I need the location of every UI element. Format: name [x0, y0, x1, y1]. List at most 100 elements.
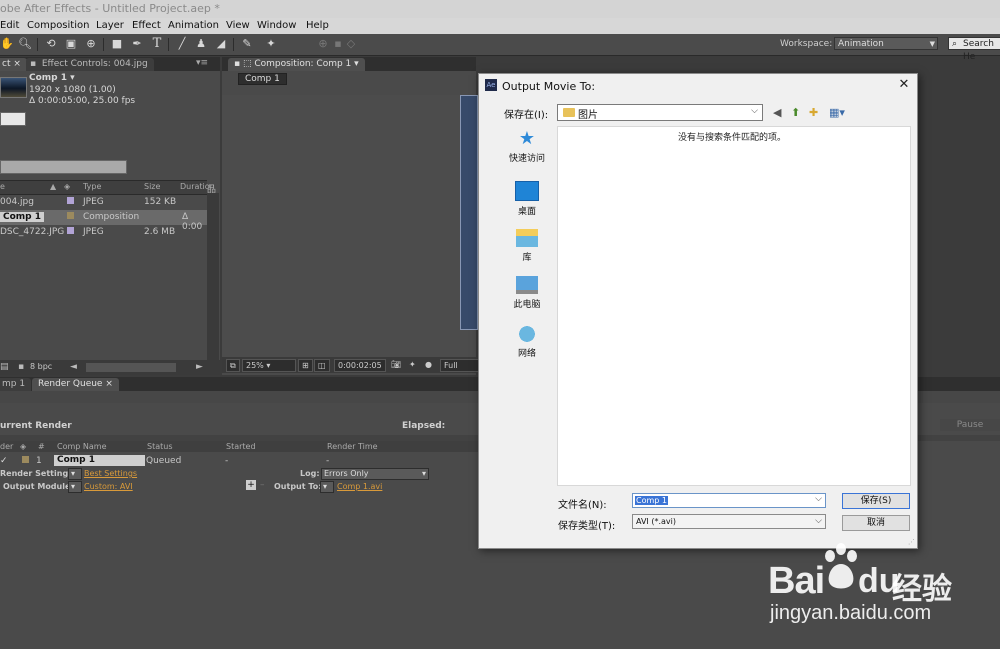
menu-help[interactable]: Help: [306, 18, 329, 34]
col-render-time[interactable]: Render Time: [327, 442, 378, 451]
label-swatch[interactable]: [67, 197, 74, 204]
color-depth-icon[interactable]: ▪: [18, 362, 24, 372]
hand-icon[interactable]: ✋: [0, 37, 14, 51]
tab-render-queue[interactable]: Render Queue ×: [32, 378, 119, 391]
place-this-pc[interactable]: 此电脑: [497, 276, 557, 310]
filetype-select[interactable]: AVI (*.avi) ⌵: [632, 514, 826, 529]
project-item[interactable]: DSC_4722.JPG JPEG 2.6 MB: [0, 225, 207, 240]
tab-effect-controls[interactable]: ▪ Effect Controls: 004.jpg: [26, 58, 154, 71]
project-item[interactable]: 004.jpg JPEG 152 KB: [0, 195, 207, 210]
channel-icon[interactable]: ●: [422, 359, 435, 370]
pause-button[interactable]: Pause: [940, 419, 1000, 431]
add-output-icon[interactable]: +: [246, 480, 256, 490]
axis-local-icon[interactable]: ⊕: [316, 37, 330, 51]
trash-icon[interactable]: ▤: [0, 362, 9, 372]
label-swatch[interactable]: [22, 456, 29, 463]
place-libraries[interactable]: 库: [497, 229, 557, 263]
file-list[interactable]: 没有与搜索条件匹配的项。: [557, 126, 911, 486]
label-icon[interactable]: ◈: [20, 442, 26, 451]
back-icon[interactable]: ◀: [773, 106, 781, 119]
comp-name[interactable]: Comp 1 ▾: [29, 73, 75, 83]
eraser-icon[interactable]: ◢: [214, 37, 228, 51]
project-scrollbar[interactable]: [207, 193, 219, 360]
render-checkbox[interactable]: ✓: [0, 456, 8, 466]
view-menu-icon[interactable]: ▦▾: [829, 106, 845, 119]
pen-icon[interactable]: ✒: [130, 37, 144, 51]
menu-layer[interactable]: Layer: [96, 18, 124, 34]
horizontal-scrollbar[interactable]: [86, 363, 176, 372]
workspace-select[interactable]: Animation ▼: [834, 37, 938, 50]
render-settings-link[interactable]: Best Settings: [84, 469, 137, 478]
output-module-link[interactable]: Custom: AVI: [84, 482, 133, 491]
chevron-down-icon[interactable]: ⌵: [815, 494, 822, 504]
zoom-icon[interactable]: 🔍︎: [18, 37, 32, 51]
output-to-dropdown[interactable]: ▾: [320, 481, 334, 493]
pan-behind-icon[interactable]: ⊕: [84, 37, 98, 51]
comp-viewer[interactable]: [222, 95, 476, 357]
camera-icon[interactable]: ▣: [64, 37, 78, 51]
output-to-link[interactable]: Comp 1.avi: [337, 482, 382, 491]
up-folder-icon[interactable]: ⬆: [791, 106, 800, 119]
save-button[interactable]: 保存(S): [842, 493, 910, 509]
label-swatch[interactable]: [67, 227, 74, 234]
magnification-select[interactable]: 25% ▾: [242, 359, 296, 372]
render-comp-name[interactable]: Comp 1: [54, 455, 145, 466]
col-status[interactable]: Status: [147, 442, 173, 451]
menu-view[interactable]: View: [226, 18, 250, 34]
sort-icon[interactable]: ▲: [50, 182, 56, 191]
place-desktop[interactable]: 桌面: [497, 181, 557, 217]
axis-world-icon[interactable]: ▪: [331, 37, 345, 51]
project-search-input[interactable]: [0, 160, 127, 174]
place-network[interactable]: 网络: [497, 325, 557, 359]
col-started[interactable]: Started: [226, 442, 256, 451]
remove-output-icon[interactable]: –: [260, 480, 265, 490]
type-icon[interactable]: T: [150, 37, 164, 51]
roto-brush-icon[interactable]: ✎: [240, 37, 254, 51]
menu-animation[interactable]: Animation: [168, 18, 219, 34]
safe-zones-icon[interactable]: ⊞: [298, 359, 313, 372]
label-icon[interactable]: ◈: [64, 182, 70, 191]
col-index[interactable]: #: [38, 442, 45, 451]
cancel-button[interactable]: 取消: [842, 515, 910, 531]
place-quick-access[interactable]: ★ 快速访问: [497, 130, 557, 165]
tab-composition[interactable]: ▪ ⬚ Composition: Comp 1 ▾: [228, 58, 365, 71]
col-type[interactable]: Type: [83, 182, 101, 191]
filename-input[interactable]: Comp 1 ⌵: [632, 493, 826, 508]
render-settings-dropdown[interactable]: ▾: [68, 468, 82, 480]
menu-effect[interactable]: Effect: [132, 18, 161, 34]
col-name[interactable]: e: [0, 182, 5, 191]
col-comp-name[interactable]: Comp Name: [57, 442, 107, 451]
tab-timeline-comp1[interactable]: mp 1: [0, 378, 32, 391]
show-snapshot-icon[interactable]: ✦: [406, 359, 419, 370]
clone-stamp-icon[interactable]: ♟: [194, 37, 208, 51]
brush-icon[interactable]: ╱: [175, 37, 189, 51]
axis-view-icon[interactable]: ◇: [344, 37, 358, 51]
mask-visibility-icon[interactable]: ◫: [314, 359, 330, 372]
tab-project[interactable]: ct ×: [0, 58, 27, 71]
panel-menu-icon[interactable]: ▾≡: [196, 58, 208, 68]
project-item[interactable]: Comp 1 Composition Δ 0:00: [0, 210, 207, 232]
lookin-select[interactable]: 图片 ⌵: [557, 104, 763, 121]
rotate-icon[interactable]: ⟲: [44, 37, 58, 51]
always-preview-icon[interactable]: ⧉: [226, 359, 240, 372]
timecode-button[interactable]: 0:00:02:05: [334, 359, 386, 372]
col-render[interactable]: der: [0, 442, 13, 451]
close-icon[interactable]: ✕: [895, 76, 913, 94]
log-select[interactable]: Errors Only ▾: [321, 468, 429, 480]
scroll-left-icon[interactable]: ◄: [70, 362, 77, 372]
menu-composition[interactable]: Composition: [27, 18, 89, 34]
comp-navigator-button[interactable]: Comp 1: [238, 73, 287, 85]
snapshot-icon[interactable]: 📷︎: [388, 359, 404, 370]
menu-edit[interactable]: Edit: [0, 18, 19, 34]
output-module-dropdown[interactable]: ▾: [68, 481, 82, 493]
label-swatch[interactable]: [67, 212, 74, 219]
help-search-input[interactable]: ⌕ Search He: [948, 37, 1000, 62]
new-folder-icon[interactable]: ✚: [809, 106, 818, 119]
render-item-row[interactable]: ✓ 1 Comp 1 Queued - -: [0, 454, 480, 467]
resolution-select[interactable]: Full: [440, 359, 480, 372]
scroll-right-icon[interactable]: ►: [196, 362, 203, 372]
puppet-pin-icon[interactable]: ✦: [264, 37, 278, 51]
rectangle-icon[interactable]: ■: [110, 37, 124, 51]
menu-window[interactable]: Window: [257, 18, 296, 34]
bpc-label[interactable]: 8 bpc: [30, 362, 52, 371]
